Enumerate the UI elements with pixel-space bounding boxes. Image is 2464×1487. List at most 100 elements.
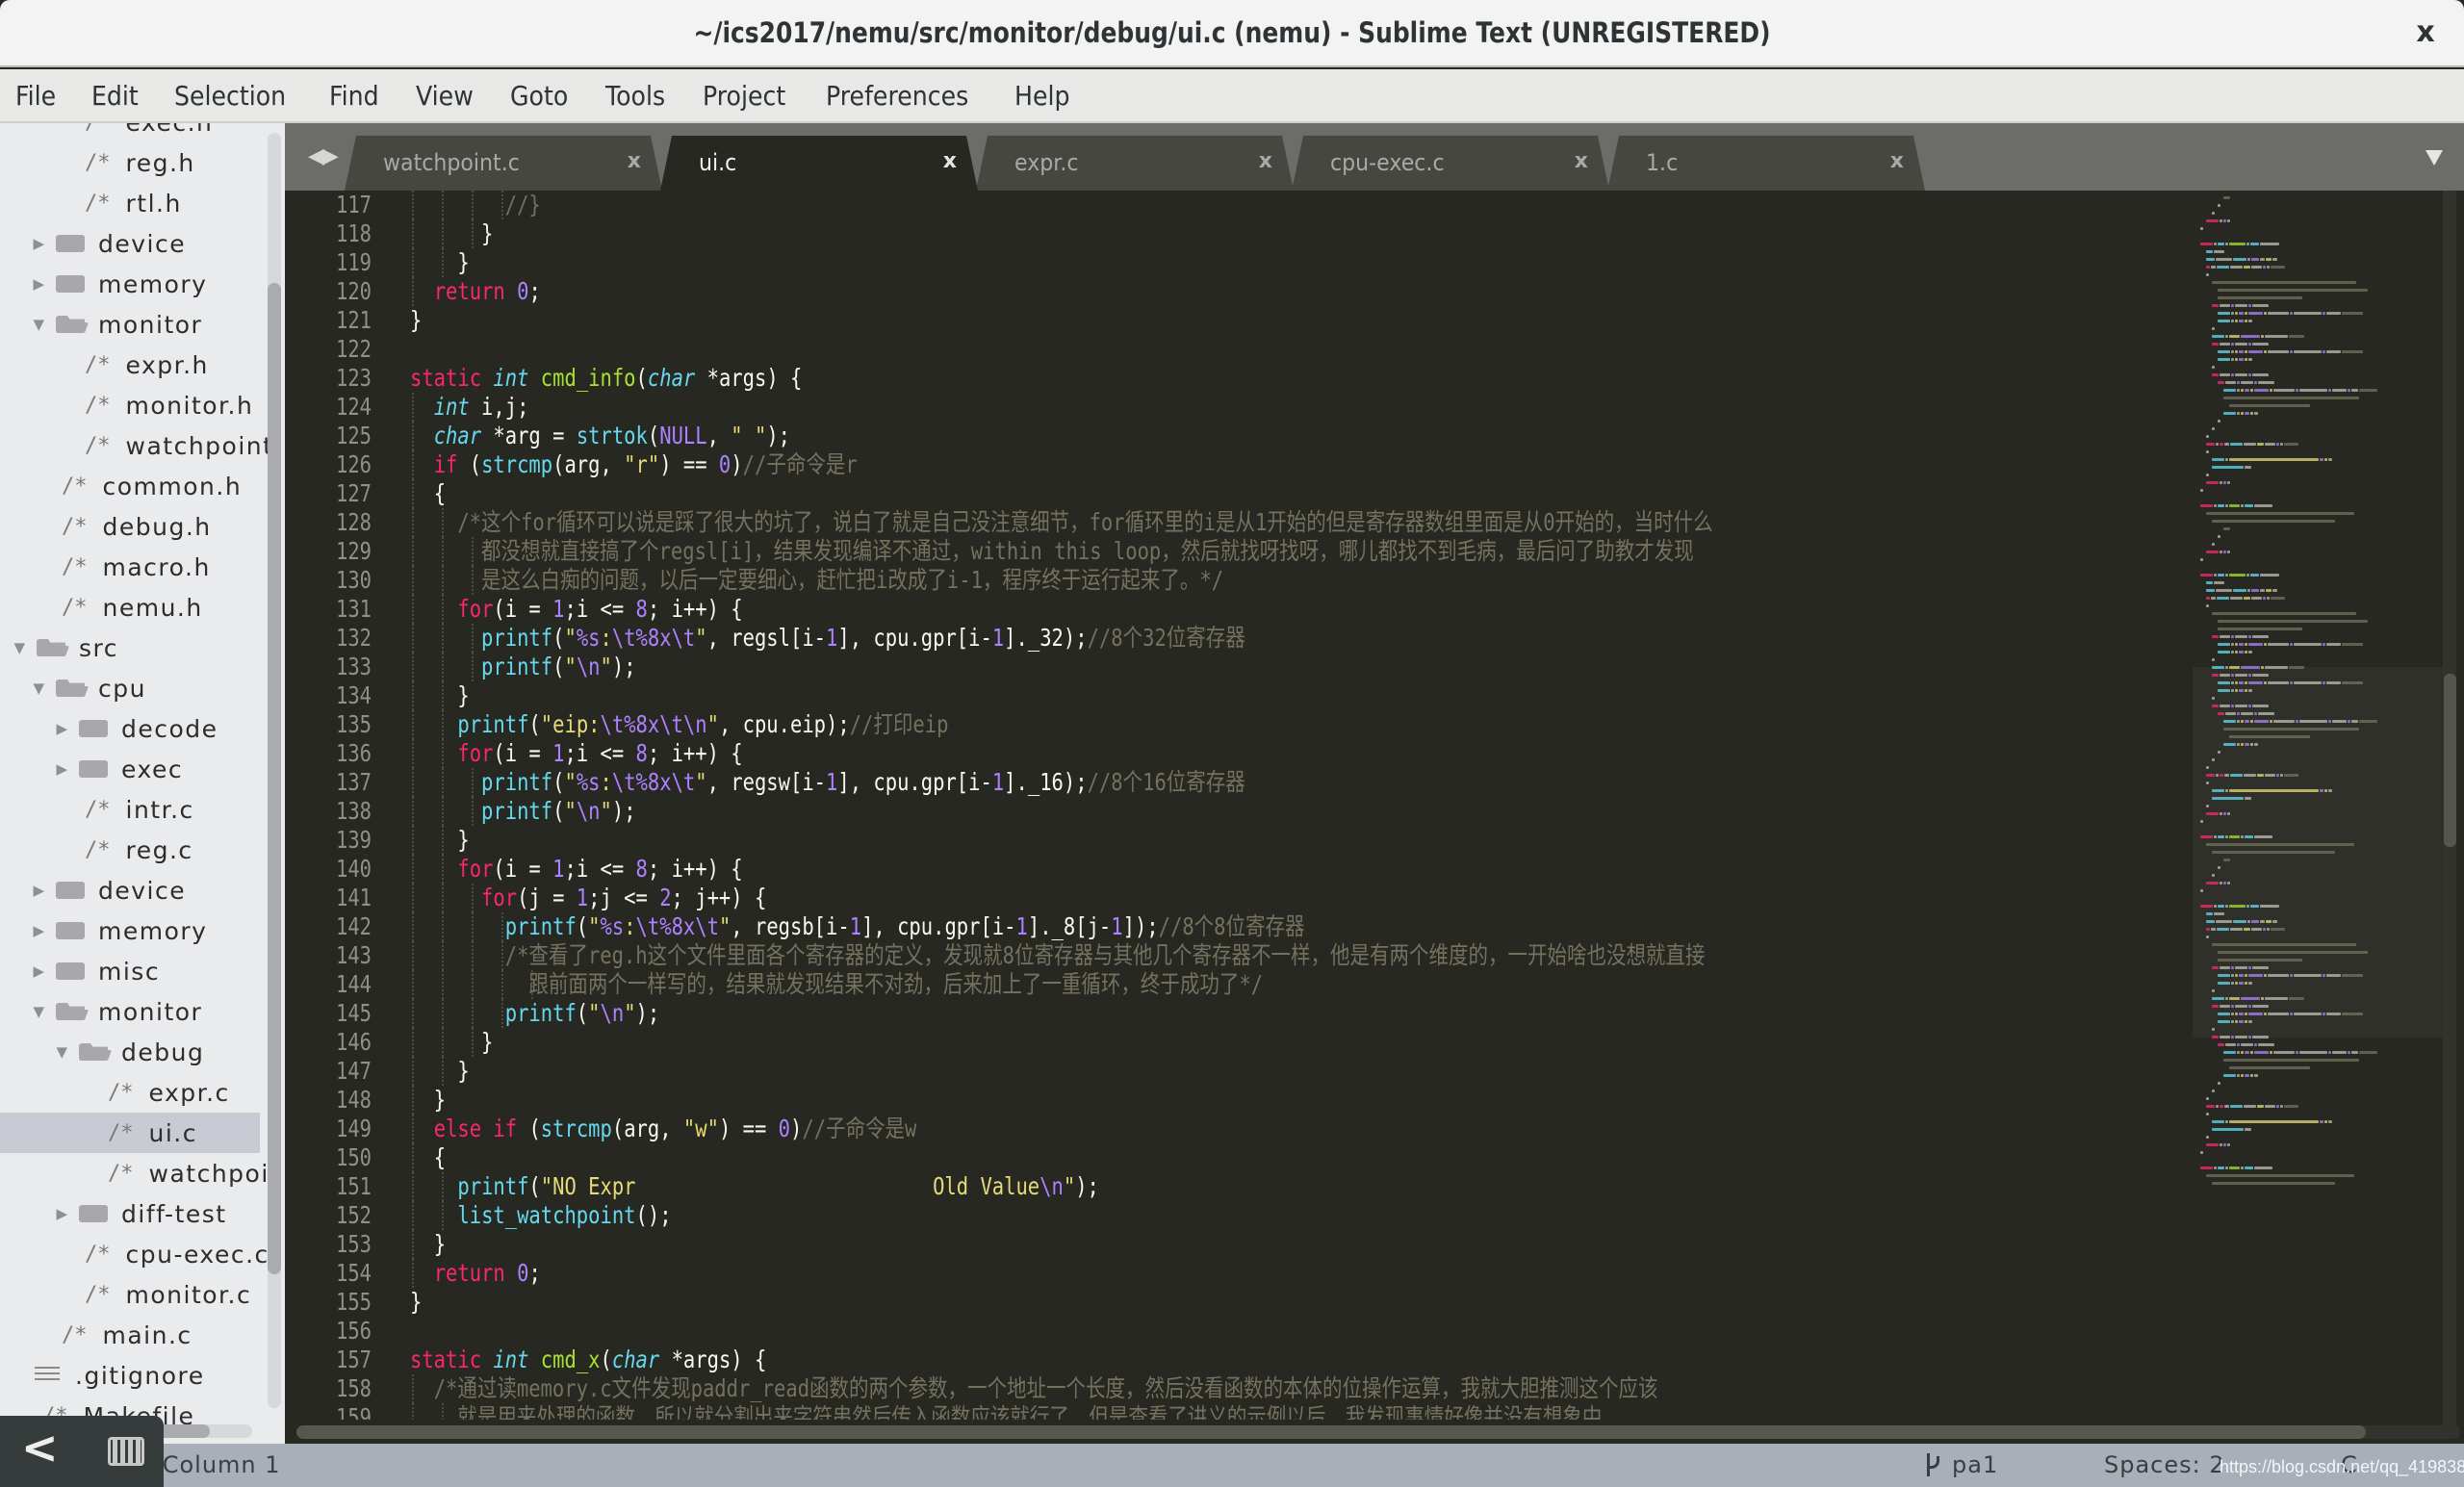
editor-horizontal-scrollbar-thumb[interactable] xyxy=(296,1425,2366,1439)
sidebar-folder-memory[interactable]: ▶ memory xyxy=(0,910,260,951)
code-line[interactable]: 122 xyxy=(285,335,2171,364)
menu-item-edit[interactable]: Edit xyxy=(91,80,139,112)
tab-cpu-exec-c[interactable]: cpu-exec.c x xyxy=(1292,136,1609,191)
menu-item-goto[interactable]: Goto xyxy=(510,80,568,112)
tab-close-icon[interactable]: x xyxy=(943,149,957,173)
code-line[interactable]: 152 list_watchpoint(); xyxy=(285,1201,2171,1230)
menu-item-file[interactable]: File xyxy=(15,80,56,112)
disclosure-collapsed-icon[interactable]: ▶ xyxy=(29,882,50,899)
code-line[interactable]: 145 printf("\n"); xyxy=(285,999,2171,1028)
code-line[interactable]: 117 //} xyxy=(285,191,2171,219)
disclosure-collapsed-icon[interactable]: ▶ xyxy=(52,720,73,737)
window-close-button[interactable]: x xyxy=(2406,13,2445,52)
code-line[interactable]: 151 printf("NO Expr Old Value\n"); xyxy=(285,1172,2171,1201)
disclosure-collapsed-icon[interactable]: ▶ xyxy=(52,760,73,778)
sidebar-folder-cpu[interactable]: ▼ cpu xyxy=(0,668,260,708)
sidebar-file-macro-h[interactable]: /* macro.h xyxy=(0,547,260,587)
sidebar-file-expr-h[interactable]: /* expr.h xyxy=(0,345,260,385)
code-line[interactable]: 120 return 0; xyxy=(285,277,2171,306)
disclosure-collapsed-icon[interactable]: ▶ xyxy=(29,235,50,252)
keyboard-icon[interactable] xyxy=(108,1437,144,1466)
menu-item-selection[interactable]: Selection xyxy=(174,80,286,112)
code-line[interactable]: 121} xyxy=(285,306,2171,335)
code-line[interactable]: 123 static int cmd_info(char *args) { xyxy=(285,364,2171,393)
code-line[interactable]: 130 是这么白痴的问题，以后一定要细心，赶忙把i改成了i-1，程序终于运行起来… xyxy=(285,566,2171,595)
code-line[interactable]: 128 /*这个for循环可以说是踩了很大的坑了，说白了就是自己没注意细节，fo… xyxy=(285,508,2171,537)
sidebar-folder-src[interactable]: ▼ src xyxy=(0,628,260,668)
code-line[interactable]: 157 static int cmd_x(char *args) { xyxy=(285,1346,2171,1374)
code-line[interactable]: 125 char *arg = strtok(NULL, " "); xyxy=(285,422,2171,450)
menu-item-project[interactable]: Project xyxy=(703,80,785,112)
code-line[interactable]: 118 } xyxy=(285,219,2171,248)
menu-item-tools[interactable]: Tools xyxy=(605,80,665,112)
disclosure-collapsed-icon[interactable]: ▶ xyxy=(29,275,50,293)
git-branch[interactable]: pa1 xyxy=(1925,1451,1998,1478)
sidebar-file-rtl-h[interactable]: /* rtl.h xyxy=(0,183,260,223)
sidebar-folder-memory[interactable]: ▶ memory xyxy=(0,264,260,304)
disclosure-expanded-icon[interactable]: ▼ xyxy=(29,1003,50,1020)
code-line[interactable]: 119 } xyxy=(285,248,2171,277)
tab-ui-c[interactable]: ui.c x xyxy=(660,136,978,191)
sidebar-file-monitor-h[interactable]: /* monitor.h xyxy=(0,385,260,425)
tab-watchpoint-c[interactable]: watchpoint.c x xyxy=(345,136,662,191)
code-line[interactable]: 142 printf("%s:\t%8x\t", regsb[i-1], cpu… xyxy=(285,912,2171,941)
tab-close-icon[interactable]: x xyxy=(1575,149,1588,173)
editor-vertical-scrollbar-thumb[interactable] xyxy=(2444,674,2456,847)
sidebar-file-watchpoir[interactable]: /* watchpoir xyxy=(0,1153,279,1193)
code-line[interactable]: 139 } xyxy=(285,826,2171,855)
code-editor[interactable]: 117 //} 118 } 119 } 120 return 0; 121} 122 123… xyxy=(285,191,2464,1427)
menu-item-find[interactable]: Find xyxy=(329,80,379,112)
code-line[interactable]: 144 跟前面两个一样写的，结果就发现结果不对劲，后来加上了一重循环，终于成功了… xyxy=(285,970,2171,999)
code-line[interactable]: 153 } xyxy=(285,1230,2171,1259)
tab-list-dropdown-icon[interactable] xyxy=(2426,150,2443,166)
sidebar-file-main-c[interactable]: /* main.c xyxy=(0,1315,260,1355)
disclosure-collapsed-icon[interactable]: ▶ xyxy=(29,922,50,939)
code-line[interactable]: 148 } xyxy=(285,1086,2171,1115)
code-line[interactable]: 149 else if (strcmp(arg, "w") == 0)//子命令… xyxy=(285,1115,2171,1143)
sidebar-folder-device[interactable]: ▶ device xyxy=(0,870,260,910)
back-chevron-icon[interactable]: < xyxy=(21,1422,59,1474)
sidebar-folder-diff-test[interactable]: ▶ diff-test xyxy=(0,1193,260,1234)
sidebar-file--gitignore[interactable]: .gitignore xyxy=(0,1355,260,1396)
sidebar-file-expr-c[interactable]: /* expr.c xyxy=(0,1072,260,1113)
sidebar-file-nemu-h[interactable]: /* nemu.h xyxy=(0,587,260,628)
tab-1-c[interactable]: 1.c x xyxy=(1607,136,1925,191)
minimap[interactable] xyxy=(2193,191,2445,1427)
sidebar-folder-monitor[interactable]: ▼ monitor xyxy=(0,304,260,345)
code-line[interactable]: 132 printf("%s:\t%8x\t", regsl[i-1], cpu… xyxy=(285,624,2171,653)
sidebar-folder-decode[interactable]: ▶ decode xyxy=(0,708,260,749)
code-line[interactable]: 135 printf("eip:\t%8x\t\n", cpu.eip);//打… xyxy=(285,710,2171,739)
code-line[interactable]: 146 } xyxy=(285,1028,2171,1057)
code-line[interactable]: 143 /*查看了reg.h这个文件里面各个寄存器的定义，发现就8位寄存器与其他… xyxy=(285,941,2171,970)
sidebar-file-intr-c[interactable]: /* intr.c xyxy=(0,789,260,830)
code-line[interactable]: 155} xyxy=(285,1288,2171,1317)
code-line[interactable]: 138 printf("\n"); xyxy=(285,797,2171,826)
tab-close-icon[interactable]: x xyxy=(1259,149,1272,173)
tab-close-icon[interactable]: x xyxy=(628,149,641,173)
code-line[interactable]: 136 for(i = 1;i <= 8; i++) { xyxy=(285,739,2171,768)
disclosure-collapsed-icon[interactable]: ▶ xyxy=(52,1205,73,1222)
sidebar-file-exec-h[interactable]: /* exec.h xyxy=(0,123,260,142)
menu-item-view[interactable]: View xyxy=(416,80,474,112)
tab-expr-c[interactable]: expr.c x xyxy=(976,136,1294,191)
menu-item-preferences[interactable]: Preferences xyxy=(826,80,968,112)
tab-navigation-arrows-icon[interactable]: ◀▶ xyxy=(308,144,339,168)
code-line[interactable]: 140 for(i = 1;i <= 8; i++) { xyxy=(285,855,2171,884)
tab-close-icon[interactable]: x xyxy=(1890,149,1904,173)
sidebar-file-common-h[interactable]: /* common.h xyxy=(0,466,260,506)
disclosure-expanded-icon[interactable]: ▼ xyxy=(29,316,50,333)
code-line[interactable]: 131 for(i = 1;i <= 8; i++) { xyxy=(285,595,2171,624)
code-line[interactable]: 147 } xyxy=(285,1057,2171,1086)
sidebar-file-ui-c[interactable]: /* ui.c xyxy=(0,1113,260,1153)
sidebar-file-debug-h[interactable]: /* debug.h xyxy=(0,506,260,547)
sidebar-folder-monitor[interactable]: ▼ monitor xyxy=(0,991,260,1032)
disclosure-expanded-icon[interactable]: ▼ xyxy=(52,1043,73,1061)
disclosure-collapsed-icon[interactable]: ▶ xyxy=(29,962,50,980)
sidebar-file-watchpoint-[interactable]: /* watchpoint. xyxy=(0,425,281,466)
disclosure-expanded-icon[interactable]: ▼ xyxy=(10,639,31,656)
code-line[interactable]: 129 都没想就直接搞了个regsl[i]，结果发现编译不通过，within t… xyxy=(285,537,2171,566)
code-line[interactable]: 141 for(j = 1;j <= 2; j++) { xyxy=(285,884,2171,912)
sidebar-file-monitor-c[interactable]: /* monitor.c xyxy=(0,1274,260,1315)
sidebar-folder-exec[interactable]: ▶ exec xyxy=(0,749,260,789)
sidebar-folder-device[interactable]: ▶ device xyxy=(0,223,260,264)
